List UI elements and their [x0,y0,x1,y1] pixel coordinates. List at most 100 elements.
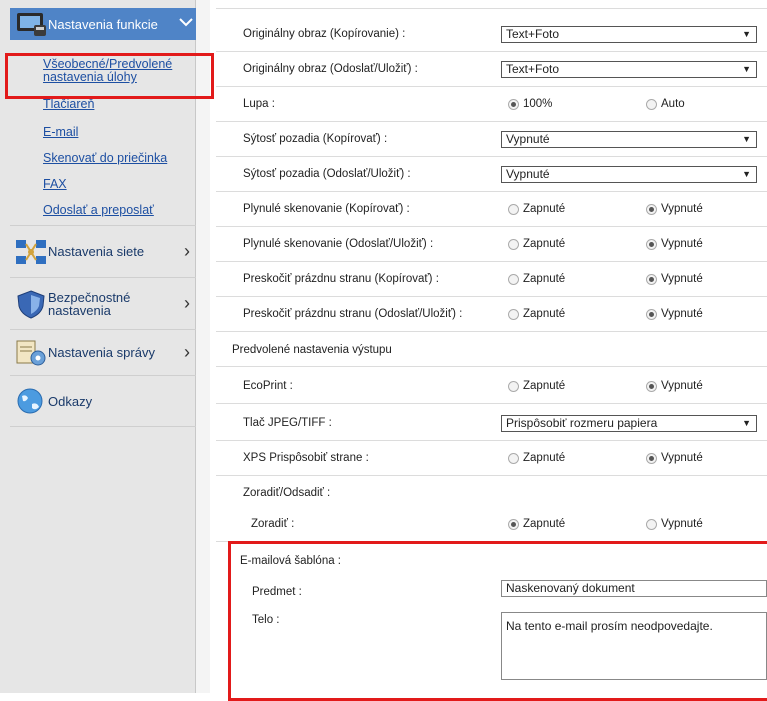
sidebar-link-scan-to-folder[interactable]: Skenovať do priečinka [43,152,167,165]
original-image-copy-select[interactable]: Text+Foto ▼ [501,26,757,43]
xps-fit-off-radio[interactable]: Vypnuté [646,452,703,464]
dropdown-arrow-icon: ▼ [742,169,751,179]
row-xps-fit: XPS Prispôsobiť strane : Zapnuté Vypnuté [216,441,767,476]
chevron-down-icon [178,15,194,32]
row-ecoprint: EcoPrint : Zapnuté Vypnuté [216,369,767,404]
radio-unselected-icon [508,452,519,464]
row-label: Preskočiť prázdnu stranu (Odoslať/Uložiť… [243,308,463,320]
subject-label: Predmet : [252,586,302,598]
row-label: Plynulé skenovanie (Kopírovať) : [243,203,410,215]
email-template-title: E-mailová šablóna : [240,555,341,567]
sidebar-item-label-line1: Bezpečnostné [48,289,131,305]
row-label: Tlač JPEG/TIFF : [243,417,332,429]
select-value: Text+Foto [506,27,560,41]
continuous-scan-send-off-radio[interactable]: Vypnuté [646,238,703,250]
radio-label: Zapnuté [523,452,566,464]
radio-label: 100% [523,98,553,110]
row-label: Lupa : [243,98,275,110]
select-value: Vypnuté [506,132,550,146]
sidebar-link-email[interactable]: E-mail [43,126,78,139]
sidebar: Nastavenia funkcie Všeobecné/Predvolené … [0,0,196,693]
subject-input[interactable]: Naskenovaný dokument [501,580,767,597]
row-original-image-send: Originálny obraz (Odoslať/Uložiť) : Text… [216,52,767,87]
skip-blank-send-on-radio[interactable]: Zapnuté [508,308,565,320]
row-label: Zoradiť/Odsadiť : [243,487,331,499]
function-settings-icon [17,13,46,36]
row-continuous-scan-copy: Plynulé skenovanie (Kopírovať) : Zapnuté… [216,192,767,227]
body-textarea[interactable]: Na tento e-mail prosím neodpovedajte. [501,612,767,680]
continuous-scan-copy-off-radio[interactable]: Vypnuté [646,203,703,215]
network-icon [16,239,46,264]
settings-form: Originálny obraz (Kopírovanie) : Text+Fo… [216,0,767,693]
globe-icon [17,388,43,414]
row-zoom: Lupa : 100% Auto [216,87,767,122]
radio-unselected-icon [508,380,519,392]
ecoprint-off-radio[interactable]: Vypnuté [646,380,703,392]
radio-label: Zapnuté [523,380,566,392]
bg-density-copy-select[interactable]: Vypnuté ▼ [501,131,757,148]
jpeg-tiff-select[interactable]: Prispôsobiť rozmeru papiera ▼ [501,415,757,432]
row-label: EcoPrint : [243,380,293,392]
radio-unselected-icon [646,518,657,530]
sidebar-item-function-settings[interactable]: Nastavenia funkcie [10,8,196,40]
radio-label: Zapnuté [523,238,566,250]
row-jpeg-tiff: Tlač JPEG/TIFF : Prispôsobiť rozmeru pap… [216,406,767,441]
radio-selected-icon [508,98,519,110]
sidebar-item-label: Bezpečnostné nastavenia [48,291,130,317]
radio-selected-icon [646,273,657,285]
radio-selected-icon [646,203,657,215]
skip-blank-copy-on-radio[interactable]: Zapnuté [508,273,565,285]
dropdown-arrow-icon: ▼ [742,134,751,144]
row-label: Originálny obraz (Odoslať/Uložiť) : [243,63,418,75]
skip-blank-copy-off-radio[interactable]: Vypnuté [646,273,703,285]
select-value: Prispôsobiť rozmeru papiera [506,416,658,430]
radio-unselected-icon [646,98,657,110]
collate-on-radio[interactable]: Zapnuté [508,518,565,530]
select-value: Vypnuté [506,167,550,181]
continuous-scan-copy-on-radio[interactable]: Zapnuté [508,203,565,215]
sidebar-item-security[interactable]: Bezpečnostné nastavenia › [10,277,196,329]
radio-label: Vypnuté [661,203,703,215]
xps-fit-on-radio[interactable]: Zapnuté [508,452,565,464]
radio-selected-icon [646,238,657,250]
sidebar-link-fax[interactable]: FAX [43,178,67,191]
sidebar-link-printer[interactable]: Tlačiareň [43,98,94,111]
row-bg-density-send: Sýtosť pozadia (Odoslať/Uložiť) : Vypnut… [216,157,767,192]
radio-selected-icon [646,308,657,320]
sidebar-item-network[interactable]: Nastavenia siete › [10,225,196,277]
radio-unselected-icon [508,273,519,285]
sidebar-link-general-defaults-line2[interactable]: nastavenia úlohy [43,71,137,84]
sidebar-item-label: Nastavenia siete [48,244,145,259]
dropdown-arrow-icon: ▼ [742,29,751,39]
chevron-right-icon: › [184,241,190,261]
chevron-right-icon: › [184,293,190,313]
sidebar-item-administration[interactable]: Nastavenia správy › [10,329,196,375]
collate-off-radio[interactable]: Vypnuté [646,518,703,530]
sidebar-item-links[interactable]: Odkazy [10,375,196,427]
radio-label: Vypnuté [661,518,703,530]
row-label: Sýtosť pozadia (Odoslať/Uložiť) : [243,168,411,180]
radio-selected-icon [508,518,519,530]
dropdown-arrow-icon: ▼ [742,418,751,428]
radio-unselected-icon [508,308,519,320]
radio-unselected-icon [508,238,519,250]
radio-label: Zapnuté [523,518,566,530]
sidebar-gutter [196,0,210,693]
continuous-scan-send-on-radio[interactable]: Zapnuté [508,238,565,250]
ecoprint-on-radio[interactable]: Zapnuté [508,380,565,392]
radio-label: Vypnuté [661,452,703,464]
shield-icon [17,289,45,319]
radio-label: Auto [661,98,685,110]
bg-density-send-select[interactable]: Vypnuté ▼ [501,166,757,183]
original-image-send-select[interactable]: Text+Foto ▼ [501,61,757,78]
sidebar-link-send-forward[interactable]: Odoslať a preposlať [43,204,154,217]
row-continuous-scan-send: Plynulé skenovanie (Odoslať/Uložiť) : Za… [216,227,767,262]
administration-icon [16,340,46,365]
zoom-auto-radio[interactable]: Auto [646,98,685,110]
row-label: Plynulé skenovanie (Odoslať/Uložiť) : [243,238,434,250]
top-divider [216,8,767,9]
body-label: Telo : [252,614,280,626]
zoom-100-radio[interactable]: 100% [508,98,552,110]
skip-blank-send-off-radio[interactable]: Vypnuté [646,308,703,320]
radio-label: Zapnuté [523,203,566,215]
